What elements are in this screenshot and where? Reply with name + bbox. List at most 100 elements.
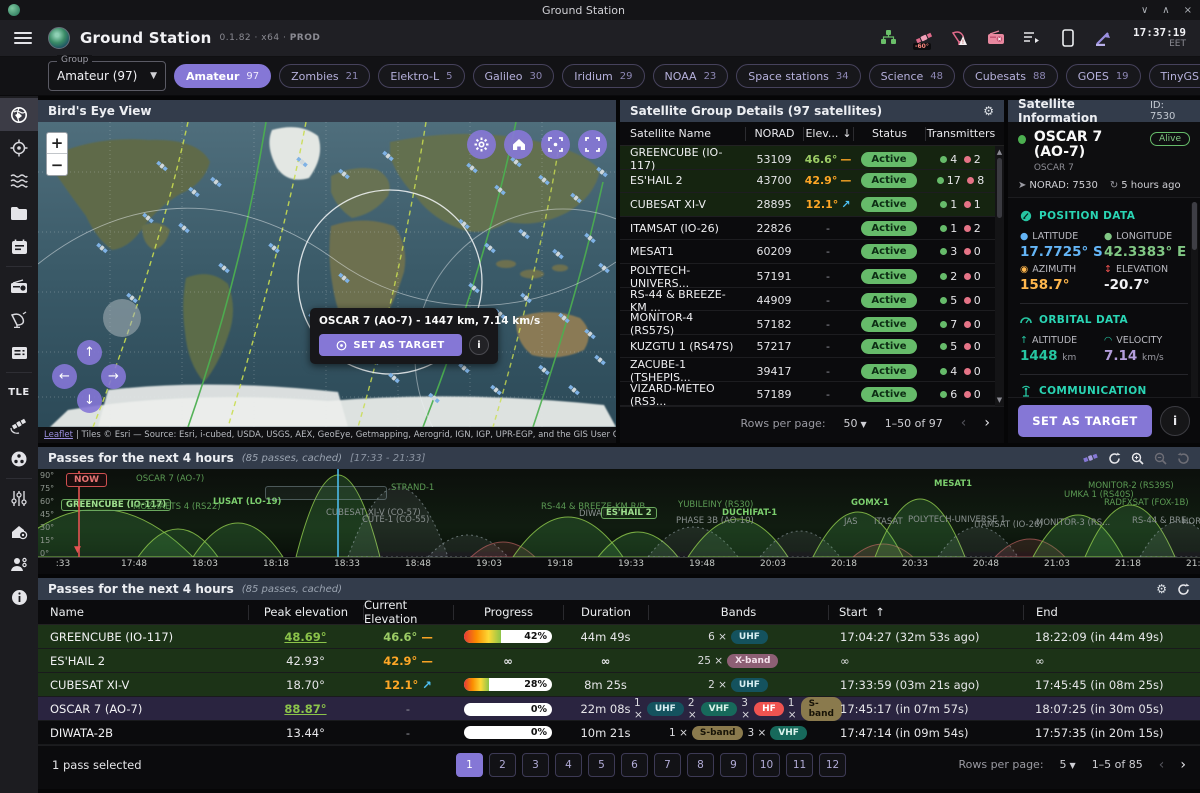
page-button-1[interactable]: 1 [456,753,483,777]
passes-refresh-icon[interactable] [1177,583,1190,596]
timeline-pass-label[interactable]: MONITOR-3 (RS... [1036,518,1110,528]
sidebar-item-radio[interactable] [0,270,38,303]
timeline-pass-label[interactable]: CUTE-1 (CO-55) [362,515,429,525]
group-column-header[interactable]: Elev... ↓ [803,127,853,141]
sidebar-item-control-wheel[interactable] [0,442,38,475]
sidebar-item-settings-sliders[interactable] [0,482,38,515]
tooltip-set-target-button[interactable]: SET AS TARGET [319,334,462,356]
passes-table-row[interactable]: OSCAR 7 (AO-7)88.87°-0%22m 08s1 ×UHF2 ×V… [38,697,1200,721]
group-chip[interactable]: Zombies21 [279,64,370,88]
passes-settings-gear-icon[interactable]: ⚙ [1156,582,1167,596]
page-button-6[interactable]: 6 [621,753,648,777]
passes-next-page-icon[interactable]: › [1180,757,1186,773]
passes-column-header[interactable]: Progress [453,605,563,620]
passes-column-header[interactable]: Name [38,605,248,620]
passes-table-row[interactable]: GREENCUBE (IO-117)48.69°46.6°—42%44m 49s… [38,625,1200,649]
map-zoom-out-button[interactable]: − [47,154,67,175]
network-status-icon[interactable] [877,28,899,48]
group-column-header[interactable]: NORAD [745,127,803,141]
timeline-satellite-icon[interactable] [1083,452,1098,464]
page-button-7[interactable]: 7 [654,753,681,777]
group-chip[interactable]: NOAA23 [653,64,729,88]
elevation-tool-icon[interactable] [1093,28,1115,48]
passes-column-header[interactable]: Start ↑ [828,605,1023,620]
timeline-pass-label[interactable]: STRAND-1 [391,483,434,493]
timeline-reset-icon[interactable] [1177,452,1190,465]
group-column-header[interactable]: Satellite Name [620,127,745,141]
timeline-zoom-out-icon[interactable] [1154,452,1167,465]
page-button-2[interactable]: 2 [489,753,516,777]
timeline-pass-label[interactable]: ITAMSAT (IO-26) [974,520,1043,530]
group-table-row[interactable]: CUBESAT XI-V2889512.1°↗Active1 1 [620,193,1004,217]
passes-column-header[interactable]: Peak elevation [248,605,363,620]
timeline-pass-label[interactable]: MESAT1 [934,479,972,489]
map-pan-up-button[interactable]: ↑ [77,340,102,365]
world-map[interactable]: + − ↑ ← → ↓ OSCAR 7 (AO-7) - 1447 km, 7.… [38,122,616,427]
map-pan-right-button[interactable]: → [101,364,126,389]
group-table-row[interactable]: GREENCUBE (IO-117)5310946.6°—Active4 2 [620,146,1004,170]
sidebar-item-operators[interactable] [0,548,38,581]
sidebar-item-map[interactable] [0,98,38,131]
group-table-row[interactable]: VIZARD-METEO (RS3...57189-Active6 0 [620,382,1004,406]
close-icon[interactable]: × [1184,5,1192,16]
map-fullscreen-button[interactable] [578,130,607,159]
page-button-5[interactable]: 5 [588,753,615,777]
group-chip[interactable]: Galileo30 [473,64,555,88]
maximize-icon[interactable]: ∧ [1162,5,1169,16]
sidebar-item-waterfall[interactable] [0,164,38,197]
page-button-11[interactable]: 11 [786,753,813,777]
passes-column-header[interactable]: End [1023,605,1200,620]
mobile-icon[interactable] [1057,28,1079,48]
timeline-pass-label[interactable]: GOMX-1 [851,498,889,508]
group-chip[interactable]: Amateur97 [174,64,271,88]
passes-table-row[interactable]: DIWATA-2B13.44°-0%10m 21s1 ×S-band3 ×VHF… [38,721,1200,745]
map-pan-down-button[interactable]: ↓ [77,388,102,413]
passes-table-row[interactable]: ES'HAIL 242.93°42.9°—∞∞25 ×X-band∞∞ [38,649,1200,673]
sidebar-item-satellite-orbit[interactable] [0,409,38,442]
info-scrollbar[interactable] [1191,202,1198,397]
group-chip[interactable]: Space stations34 [736,64,860,88]
map-focus-target-button[interactable] [541,130,570,159]
group-chip[interactable]: Science48 [869,64,955,88]
radio-off-icon[interactable] [985,28,1007,48]
group-column-header[interactable]: Status [853,127,925,141]
group-table-row[interactable]: MESAT160209-Active3 0 [620,240,1004,264]
passes-column-header[interactable]: Duration [563,605,648,620]
group-prev-page-icon[interactable]: ‹ [961,415,967,431]
group-next-page-icon[interactable]: › [984,415,990,431]
info-button[interactable]: i [1160,406,1190,436]
page-button-10[interactable]: 10 [753,753,780,777]
timeline-pass-label[interactable]: RADFXSAT (FOX-1B) [1104,498,1189,508]
map-pan-left-button[interactable]: ← [52,364,77,389]
menu-icon[interactable] [14,32,32,44]
group-chip[interactable]: GOES19 [1066,64,1141,88]
timeline-pass-label[interactable]: MOZHAETS 4 (RS22) [133,502,221,512]
set-as-target-button[interactable]: SET AS TARGET [1018,405,1152,437]
group-table-row[interactable]: RS-44 & BREEZE-KM ...44909-Active5 0 [620,288,1004,312]
timeline-pass-label[interactable]: PHASE 3B (AO-10) [676,516,754,526]
group-chip[interactable]: TinyGS87 [1149,64,1200,88]
minimize-icon[interactable]: ∨ [1141,5,1148,16]
group-chip[interactable]: Cubesats88 [963,64,1058,88]
group-table-scrollbar[interactable]: ▲▼ [995,146,1004,406]
satellite-data-scroll[interactable]: POSITION DATA ●LATITUDE 17.7725° S ●LONG… [1008,198,1200,397]
group-chip[interactable]: Iridium29 [562,64,644,88]
page-button-4[interactable]: 4 [555,753,582,777]
tooltip-info-button[interactable]: i [469,335,489,355]
page-button-8[interactable]: 8 [687,753,714,777]
timeline-pass-label[interactable]: HORS 4 (RS [1182,517,1200,527]
group-table-row[interactable]: KUZGTU 1 (RS47S)57217-Active5 0 [620,335,1004,359]
group-select[interactable]: Group Amateur (97) ▼ [48,61,166,91]
group-table-row[interactable]: POLYTECH-UNIVERS...57191-Active2 0 [620,264,1004,288]
map-home-button[interactable] [504,130,533,159]
timeline-chart[interactable]: 90°75°60°45°30°15°0° :3317:4818:0318:181… [38,469,1200,574]
queue-icon[interactable] [1021,28,1043,48]
passes-table-row[interactable]: CUBESAT XI-V18.70°12.1°↗28%8m 25s2 ×UHF1… [38,673,1200,697]
sidebar-item-schedule[interactable] [0,230,38,263]
timeline-pass-label[interactable]: JAS [844,517,858,527]
group-table-row[interactable]: MONITOR-4 (RS57S)57182-Active7 0 [620,311,1004,335]
map-zoom-in-button[interactable]: + [47,133,67,154]
rotator-status-icon[interactable]: -60° [913,28,935,48]
timeline-pass-label[interactable]: OSCAR 7 (AO-7) [136,474,204,484]
sidebar-item-files[interactable] [0,197,38,230]
